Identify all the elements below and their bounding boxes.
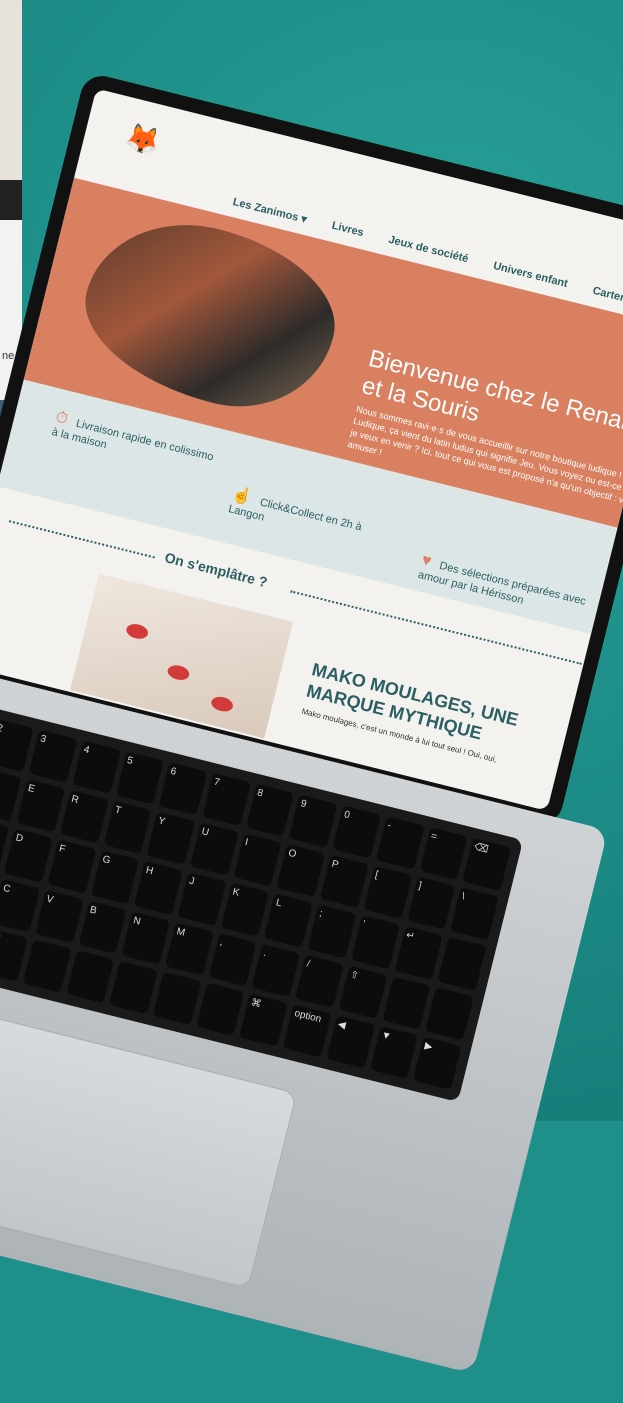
keyboard-key[interactable] — [109, 960, 158, 1015]
keyboard-key[interactable]: 8 — [245, 783, 295, 838]
nav-item-livres[interactable]: Livres — [330, 220, 365, 240]
keyboard-key[interactable]: T — [103, 801, 152, 855]
keyboard-key[interactable]: V — [34, 889, 84, 943]
section-divider-left — [8, 520, 155, 559]
keyboard-key[interactable] — [425, 986, 474, 1041]
keyboard-key[interactable]: K — [220, 883, 270, 937]
keyboard-key[interactable]: ◀ — [326, 1015, 375, 1069]
keyboard-key[interactable]: 9 — [289, 794, 338, 848]
keyboard-key[interactable] — [437, 937, 487, 991]
keyboard-key[interactable]: ⌫ — [462, 837, 512, 892]
feature-selection-text: Des sélections préparées avec amour par … — [416, 559, 588, 608]
keyboard-key[interactable]: J — [177, 872, 226, 926]
keyboard-key[interactable]: ] — [406, 876, 456, 931]
section-title: On s'emplâtre ? — [163, 549, 270, 591]
feature-selection: ♥ Des sélections préparées avec amour pa… — [417, 551, 589, 621]
keyboard-key[interactable]: ▶ — [413, 1036, 462, 1090]
keyboard-key[interactable] — [382, 976, 431, 1030]
keyboard-key[interactable]: ↵ — [394, 926, 443, 980]
keyboard-key[interactable]: F — [47, 839, 96, 894]
heart-hands-icon: ♥ — [419, 551, 434, 571]
keyboard-key[interactable] — [196, 982, 245, 1036]
keyboard-key[interactable]: L — [264, 894, 313, 948]
keyboard-key[interactable]: D — [3, 829, 53, 883]
red-mold-shape — [166, 663, 191, 683]
keyboard-key[interactable]: H — [134, 861, 183, 915]
keyboard-key[interactable]: / — [295, 954, 344, 1008]
keyboard-key[interactable]: I — [233, 833, 282, 887]
keyboard-key[interactable]: 6 — [158, 762, 208, 816]
fox-logo-icon[interactable]: 🦊 — [122, 119, 163, 160]
keyboard-key[interactable]: 4 — [72, 740, 121, 794]
laptop: 🦊 Les Zanimos ▾ Livres Jeux de société U… — [0, 40, 623, 1403]
trackpad[interactable] — [0, 1014, 298, 1289]
keyboard-key[interactable]: = — [419, 827, 468, 881]
keyboard-key[interactable] — [65, 950, 115, 1004]
keyboard-key[interactable]: P — [320, 855, 369, 909]
keyboard-key[interactable]: B — [78, 900, 127, 954]
keyboard-key[interactable]: U — [189, 822, 239, 876]
keyboard-key[interactable]: 3 — [28, 729, 78, 783]
keyboard-key[interactable] — [152, 971, 202, 1025]
nav-item-carterie[interactable]: Carterie — [591, 285, 623, 308]
hero-shop-photo — [68, 201, 352, 428]
red-mold-shape — [209, 694, 235, 714]
keyboard-key[interactable]: ⌘ — [239, 993, 288, 1047]
keyboard-key[interactable]: ; — [307, 904, 357, 959]
keyboard-key[interactable]: G — [90, 850, 140, 904]
keyboard-key[interactable]: ⌘ — [0, 928, 28, 982]
keyboard-key[interactable]: , — [208, 932, 257, 987]
keyboard-key[interactable]: [ — [363, 865, 412, 920]
keyboard-key[interactable]: ⇧ — [338, 965, 388, 1019]
keyboard-key[interactable]: R — [59, 790, 109, 844]
keyboard-key[interactable]: M — [165, 922, 214, 976]
keyboard-key[interactable]: ' — [351, 915, 400, 969]
keyboard-key[interactable]: 7 — [202, 773, 251, 827]
keyboard-key[interactable]: 2 — [0, 718, 34, 773]
keyboard-key[interactable]: N — [121, 911, 171, 965]
keyboard-key[interactable]: E — [16, 779, 65, 833]
keyboard-key[interactable]: ▼ — [369, 1025, 419, 1080]
keyboard-key[interactable]: 5 — [115, 751, 164, 805]
keyboard-key[interactable] — [22, 939, 72, 993]
keyboard-key[interactable]: O — [276, 844, 326, 898]
keyboard-key[interactable]: - — [375, 816, 425, 870]
feature-delivery-text: Livraison rapide en colissimo à la maiso… — [50, 417, 215, 464]
keyboard-key[interactable]: C — [0, 878, 41, 933]
feature-click-collect: ☝ Click&Collect en 2h à Langon — [227, 484, 400, 556]
keyboard-key[interactable]: . — [251, 943, 301, 997]
keyboard-key[interactable]: option — [282, 1004, 332, 1058]
keyboard-key[interactable]: Y — [146, 811, 195, 866]
red-mold-shape — [124, 621, 150, 641]
keyboard-key[interactable]: 0 — [332, 805, 381, 859]
keyboard-key[interactable]: \ — [450, 887, 499, 941]
